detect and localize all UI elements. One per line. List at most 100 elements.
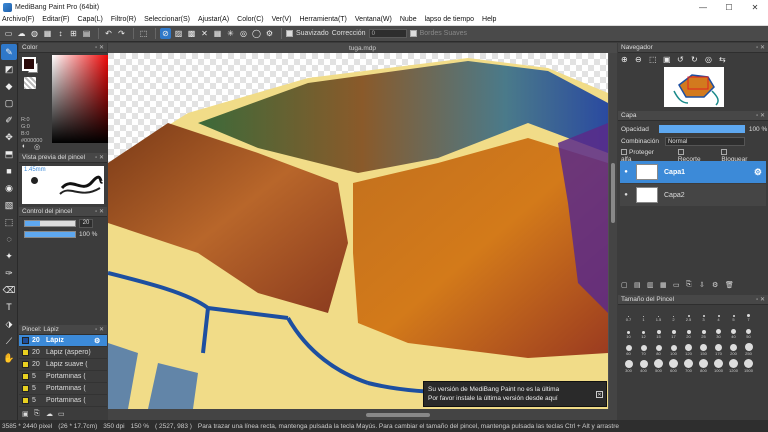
brush-size-option[interactable]: 40 [726, 325, 741, 339]
brush-size-option[interactable]: 70 [636, 342, 651, 356]
brush-list-item[interactable]: 5 Portaminas ( [19, 371, 107, 383]
brush-size-option[interactable]: 25 [696, 325, 711, 339]
brush-size-option[interactable]: 15 [651, 325, 666, 339]
new-halftone-layer-icon[interactable]: ▤ [634, 281, 643, 290]
new-8bit-layer-icon[interactable]: ▥ [647, 281, 656, 290]
cloud-brush-icon[interactable]: ☁ [46, 410, 55, 419]
horizontal-scrollbar[interactable] [108, 409, 617, 420]
new-layer-icon[interactable]: ▢ [621, 281, 630, 290]
brush-size-option[interactable]: 4 [711, 308, 726, 322]
menu-lapso[interactable]: lapso de tiempo [425, 16, 474, 23]
gradient-tool-icon[interactable]: ▧ [1, 197, 17, 213]
minimize-button[interactable]: — [690, 0, 716, 14]
brush-opacity-slider[interactable] [24, 231, 76, 238]
snap-settings-icon[interactable]: ⚙ [264, 28, 275, 39]
menu-herramienta[interactable]: Herramienta(T) [299, 16, 346, 23]
menu-help[interactable]: Help [482, 16, 496, 23]
copy-layer-icon[interactable]: ⎘ [686, 281, 695, 290]
brush-size-option[interactable]: 30 [711, 325, 726, 339]
undo-icon[interactable]: ↶ [103, 28, 114, 39]
menu-capa[interactable]: Capa(L) [78, 16, 103, 23]
brush-size-option[interactable]: 3 [696, 308, 711, 322]
vertical-scrollbar[interactable] [609, 53, 617, 409]
hand-tool-icon[interactable]: ✋ [1, 350, 17, 366]
selection-icon[interactable]: ⬚ [138, 28, 149, 39]
brush-size-option[interactable]: 300 [621, 359, 636, 373]
snap-icon[interactable]: ⊞ [68, 28, 79, 39]
folder-icon[interactable]: ▭ [673, 281, 682, 290]
palette-icon[interactable]: ◐ [22, 143, 32, 152]
merge-down-icon[interactable]: ⇩ [699, 281, 708, 290]
brush-list-item[interactable]: 5 Portaminas ( [19, 395, 107, 407]
panel-controls-icon[interactable]: ▫ ✕ [95, 154, 104, 161]
brush-size-option[interactable]: 7 [741, 308, 756, 322]
gear-icon[interactable]: ⚙ [754, 167, 762, 178]
panel-controls-icon[interactable]: ▫ ✕ [756, 44, 765, 51]
color-wheel-icon[interactable]: ◎ [34, 143, 44, 152]
panel-controls-icon[interactable]: ▫ ✕ [95, 208, 104, 215]
brush-size-option[interactable]: 1200 [726, 359, 741, 373]
layer-opacity-slider[interactable] [658, 125, 745, 133]
foreground-color-swatch[interactable] [22, 57, 36, 71]
close-button[interactable]: ✕ [742, 0, 768, 14]
brush-size-option[interactable]: 60 [621, 342, 636, 356]
brush-list-item[interactable]: 20 Lápiz ⚙ [19, 335, 107, 347]
menu-archivo[interactable]: Archivo(F) [2, 16, 34, 23]
new-file-icon[interactable]: ▭ [3, 28, 14, 39]
brush-size-option[interactable]: 150 [696, 342, 711, 356]
rect-tool-icon[interactable]: ▢ [1, 95, 17, 111]
brush-size-option[interactable]: 170 [711, 342, 726, 356]
snap-off-icon[interactable]: ⊘ [160, 28, 171, 39]
snap-curve-icon[interactable]: ◯ [251, 28, 262, 39]
brush-size-option[interactable]: 5 [726, 308, 741, 322]
sort-icon[interactable]: ↕ [55, 28, 66, 39]
brush-list-item[interactable]: 20 Lápiz (áspero) [19, 347, 107, 359]
menu-seleccionar[interactable]: Seleccionar(S) [144, 16, 190, 23]
close-notification-button[interactable]: ✕ [596, 391, 603, 398]
add-brush-icon[interactable]: ▣ [22, 410, 31, 419]
transform-tool-icon[interactable]: ⬒ [1, 146, 17, 162]
brush-size-option[interactable]: 200 [726, 342, 741, 356]
menu-color[interactable]: Color(C) [237, 16, 263, 23]
menu-nube[interactable]: Nube [400, 16, 417, 23]
menu-ver[interactable]: Ver(V) [272, 16, 292, 23]
blend-mode-select[interactable]: Normal [664, 137, 745, 146]
navigator-thumbnail[interactable] [664, 67, 724, 107]
brush-size-option[interactable]: 1500 [741, 359, 756, 373]
brush-size-option[interactable]: 17 [666, 325, 681, 339]
brush-size-option[interactable]: 800 [696, 359, 711, 373]
brush-size-option[interactable]: 20 [681, 325, 696, 339]
maximize-button[interactable]: ☐ [716, 0, 742, 14]
select-pen-icon[interactable]: ✑ [1, 265, 17, 281]
bordes-checkbox[interactable] [409, 30, 417, 37]
checkbox[interactable] [677, 149, 684, 156]
brush-size-option[interactable]: 400 [636, 359, 651, 373]
pen-tool-icon[interactable]: ✐ [1, 112, 17, 128]
brush-size-option[interactable]: 600 [666, 359, 681, 373]
update-notification[interactable]: Su versión de MediBang Paint no es la úl… [423, 381, 607, 407]
brush-list-item[interactable]: 5 Portaminas ( [19, 383, 107, 395]
menu-editar[interactable]: Editar(F) [42, 16, 69, 23]
checkbox[interactable] [721, 149, 728, 156]
brush-list-item[interactable]: 20 Lápiz suave ( [19, 359, 107, 371]
snap-radial-icon[interactable]: ✳ [225, 28, 236, 39]
brush-size-option[interactable]: 1000 [711, 359, 726, 373]
document-tab[interactable]: tuga.mdp [108, 43, 617, 53]
delete-layer-icon[interactable]: 🗑 [725, 281, 734, 290]
brush-size-option[interactable]: 100 [666, 342, 681, 356]
folder-icon[interactable]: ▭ [58, 410, 67, 419]
rotate-right-icon[interactable]: ↻ [691, 55, 701, 65]
select-eraser-icon[interactable]: ⌫ [1, 282, 17, 298]
snap-circle-icon[interactable]: ◎ [238, 28, 249, 39]
panel-controls-icon[interactable]: ▫ ✕ [756, 112, 765, 119]
brush-size-option[interactable]: 50 [741, 325, 756, 339]
brush-size-option[interactable]: 1 [636, 308, 651, 322]
brush-size-option[interactable]: 1.5 [651, 308, 666, 322]
menu-filtro[interactable]: Filtro(R) [111, 16, 136, 23]
visibility-icon[interactable]: ● [620, 169, 632, 175]
menu-ajustar[interactable]: Ajustar(A) [198, 16, 229, 23]
eyedropper-tool-icon[interactable]: ⟋ [1, 333, 17, 349]
redo-icon[interactable]: ↷ [116, 28, 127, 39]
cloud-icon[interactable]: ☁ [16, 28, 27, 39]
menu-ventana[interactable]: Ventana(W) [355, 16, 392, 23]
